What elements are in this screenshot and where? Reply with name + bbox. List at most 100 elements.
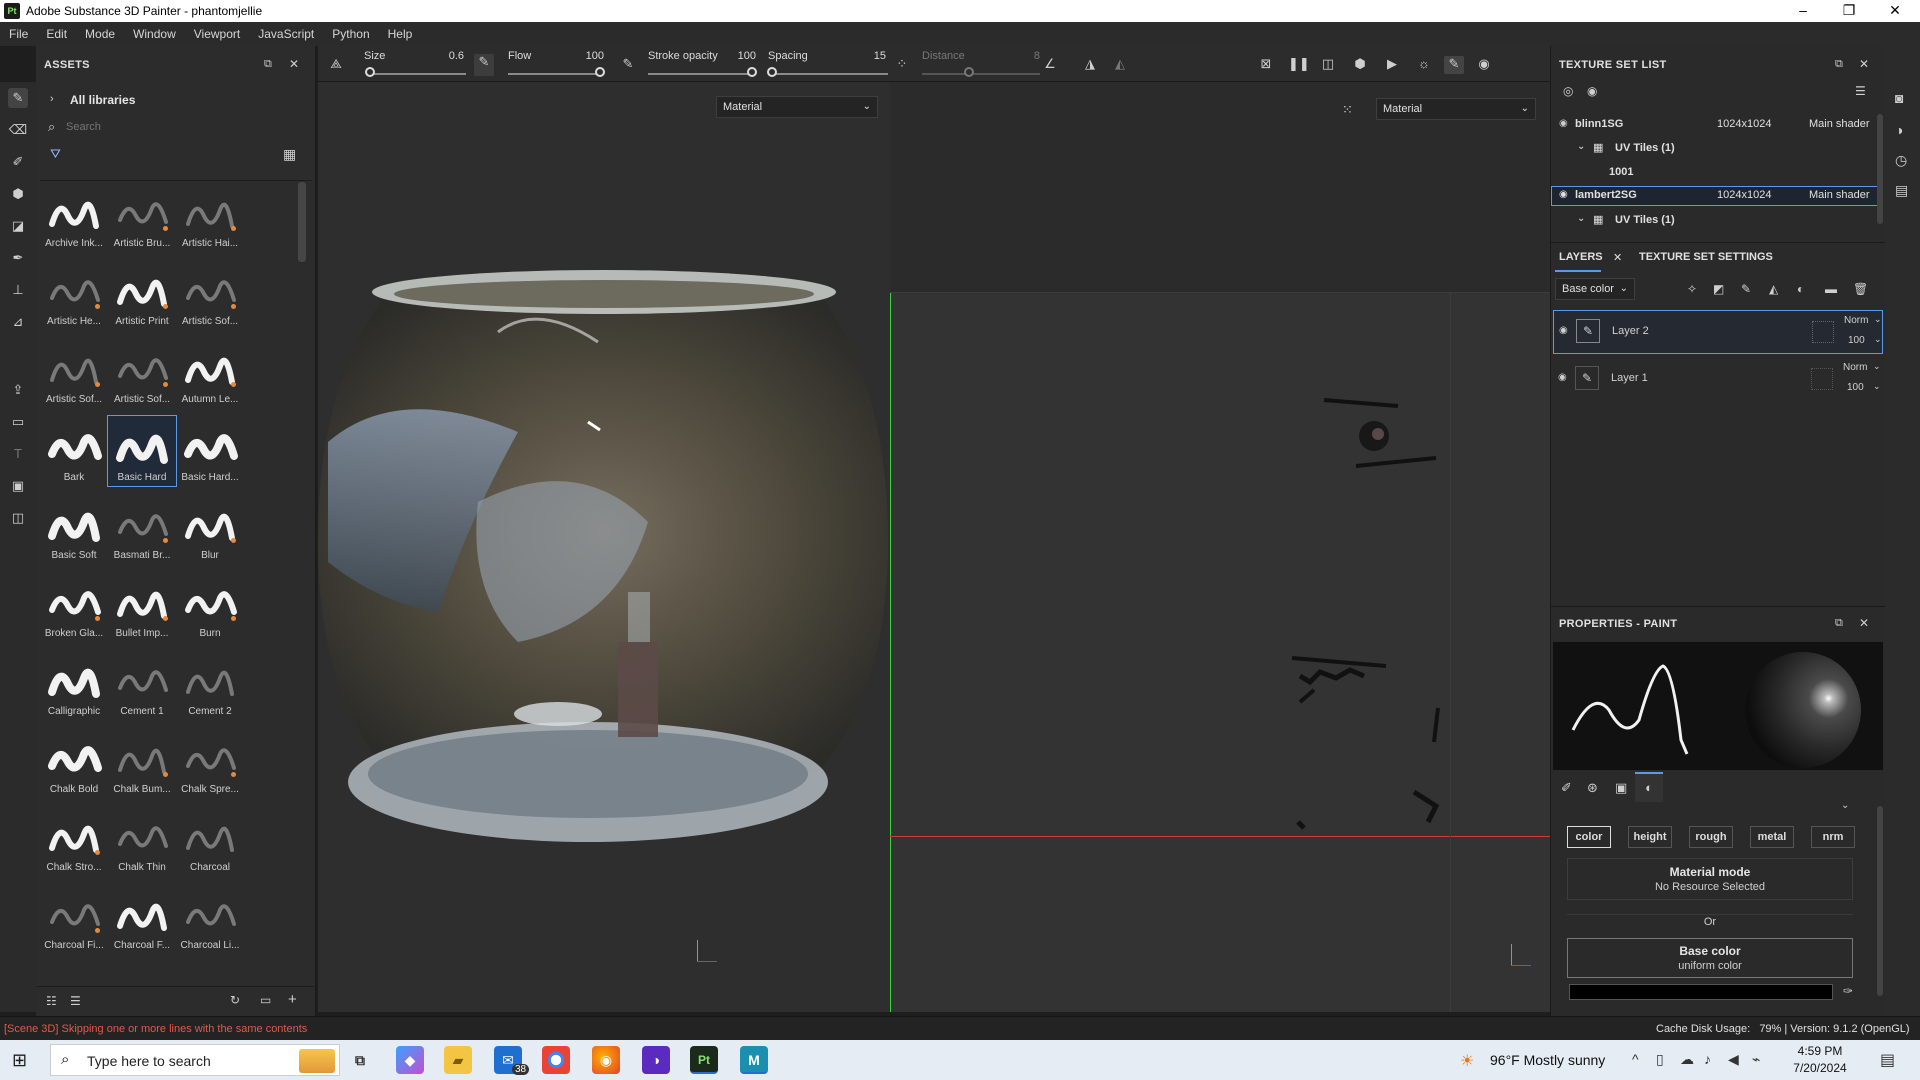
paint-brush-icon[interactable]: ✎ [8,88,28,108]
channel-rough-button[interactable]: rough [1689,826,1733,848]
spacing-slider[interactable] [768,73,888,75]
texture-set-shader[interactable]: Main shader [1809,118,1870,130]
material-mode-slot[interactable]: Material mode No Resource Selected [1567,858,1853,900]
file-explorer-icon[interactable]: ▰ [444,1046,472,1074]
close-panel-icon[interactable]: ✕ [1859,57,1869,71]
menu-help[interactable]: Help [379,22,422,46]
assets-scrollbar[interactable] [298,182,306,262]
brush-asset-tile[interactable]: Artistic Sof... [176,260,244,330]
brush-asset-tile[interactable]: Basic Soft [40,494,108,564]
discord-icon[interactable]: ◑ [642,1046,670,1074]
weather-sun-icon[interactable]: ☀ [1460,1051,1474,1071]
distance-slider[interactable] [922,73,1040,75]
brush-asset-tile[interactable]: Calligraphic [40,650,108,720]
close-panel-icon[interactable]: ✕ [1859,616,1869,630]
viewport-3d[interactable]: Material ⌄ [318,82,890,1012]
channel-color-button[interactable]: color [1567,826,1611,848]
copilot-icon[interactable]: ◆ [396,1046,424,1074]
uv-tile-row[interactable]: 1001 [1551,164,1881,182]
alpha-tab-icon[interactable]: ⊛ [1587,780,1598,796]
menu-javascript[interactable]: JavaScript [249,22,323,46]
brush-asset-tile[interactable]: Bark [40,416,108,486]
microphone-icon[interactable]: ♪ [1704,1051,1711,1067]
layer-blend-mode[interactable]: Norm [1843,362,1867,373]
geometry-fill-icon[interactable]: ⬢ [8,184,28,204]
brush-asset-tile[interactable]: Chalk Stro... [40,806,108,876]
channel-metal-button[interactable]: metal [1750,826,1794,848]
brush-tab-icon[interactable]: ✐ [1561,780,1572,796]
flow-slider-handle[interactable] [595,67,605,77]
brush-asset-tile[interactable]: Artistic Sof... [40,338,108,408]
shelf-icon[interactable]: ◫ [8,508,28,528]
chevron-right-icon[interactable]: › [50,93,54,105]
add-folder-icon[interactable]: ▬ [1825,282,1837,296]
menu-window[interactable]: Window [124,22,185,46]
close-tab-icon[interactable]: ✕ [1613,251,1622,264]
camera-hidden-icon[interactable]: ⊠ [1256,56,1276,74]
symmetry-off-icon[interactable]: ◭ [1110,56,1130,74]
grid-view-icon[interactable]: ▦ [283,146,296,163]
lazy-mouse-icon[interactable]: ⁘ [892,56,912,74]
brush-asset-tile[interactable]: Basic Hard... [176,416,244,486]
log-icon[interactable]: ▤ [1895,182,1908,199]
menu-file[interactable]: File [0,22,37,46]
paint-mode-icon[interactable]: ✎ [1444,56,1464,74]
maximize-button[interactable]: ❐ [1826,0,1872,22]
history-icon[interactable]: ◷ [1895,152,1907,169]
taskbar-search-box[interactable]: ⌕ Type here to search [50,1044,340,1076]
eye-icon[interactable]: ◉ [1559,325,1568,336]
brush-asset-tile[interactable]: Archive Ink... [40,182,108,252]
display-settings-icon[interactable]: ◑ [1895,122,1903,138]
brush-asset-tile[interactable]: Artistic He... [40,260,108,330]
chevron-down-icon[interactable]: ⌄ [1874,314,1882,325]
texture-set-row-selected[interactable]: ◉ lambert2SG 1024x1024 Main shader [1551,186,1881,206]
layer-row[interactable]: ◉ ✎ Layer 1 Norm ⌄ 100 ⌄ [1553,358,1883,402]
text-icon[interactable]: T [8,444,28,464]
brush-asset-tile[interactable]: Cement 2 [176,650,244,720]
environment-icon[interactable]: ☼ [1414,56,1434,74]
eye-icon[interactable]: ◉ [1558,372,1567,383]
smudge-icon[interactable]: ✒ [8,248,28,268]
menu-mode[interactable]: Mode [76,22,124,46]
flow-value[interactable]: 100 [578,50,604,62]
spacing-slider-handle[interactable] [766,67,777,77]
substance-painter-taskbar-icon[interactable]: Pt [690,1046,718,1074]
distance-slider-handle[interactable] [964,67,975,77]
polygon-fill-icon[interactable]: ◪ [8,216,28,236]
brush-asset-tile[interactable]: Chalk Thin [108,806,176,876]
chevron-down-icon[interactable]: ⌄ [1873,361,1881,372]
pause-icon[interactable]: ❚❚ [1288,56,1310,74]
float-panel-icon[interactable]: ⧉ [264,58,272,71]
texture-set-shader[interactable]: Main shader [1809,189,1870,201]
brush-asset-tile[interactable]: Cement 1 [108,650,176,720]
chevron-down-icon[interactable]: ⌄ [1841,800,1849,811]
brush-asset-tile[interactable]: Charcoal Fi... [40,884,108,954]
eyedropper-icon[interactable]: ✑ [1843,984,1853,998]
layer-row-selected[interactable]: ◉ ✎ Layer 2 Norm ⌄ 100 ⌄ [1553,310,1883,354]
channel-select[interactable]: Base color ⌄ [1555,278,1635,300]
size-value[interactable]: 0.6 [438,50,464,62]
network-icon[interactable]: ⌁ [1752,1051,1760,1068]
symmetry-icon[interactable]: ◮ [1080,56,1100,74]
filter-icon[interactable]: ⛛ [50,146,61,162]
texture-set-panel-icon[interactable]: ◙ [1895,90,1903,106]
menu-python[interactable]: Python [323,22,378,46]
export-icon[interactable]: ▣ [8,476,28,496]
layer-opacity[interactable]: 100 [1848,335,1865,346]
chrome-icon[interactable] [542,1046,570,1074]
chevron-down-icon[interactable]: ⌄ [1873,381,1881,392]
material-tab-icon[interactable]: ◐ [1635,772,1663,802]
chevron-down-icon[interactable]: ⌄ [1874,334,1882,345]
texture-set-scrollbar[interactable] [1877,114,1883,224]
projection-icon[interactable]: ✐ [8,152,28,172]
measure-icon[interactable]: ▭ [8,412,28,432]
add-icon[interactable]: + [288,991,297,1008]
3d-view-icon[interactable]: ⬢ [1350,56,1370,74]
add-paint-layer-icon[interactable]: ✎ [1741,282,1751,296]
windows-start-icon[interactable]: ⊞ [12,1050,27,1071]
pen-pressure-icon[interactable]: ✎ [474,54,494,76]
eraser-icon[interactable]: ⌫ [8,120,28,140]
size-slider-handle[interactable] [364,67,375,77]
chevron-down-icon[interactable]: ⌄ [1577,141,1585,152]
brush-asset-tile[interactable]: Artistic Print [108,260,176,330]
